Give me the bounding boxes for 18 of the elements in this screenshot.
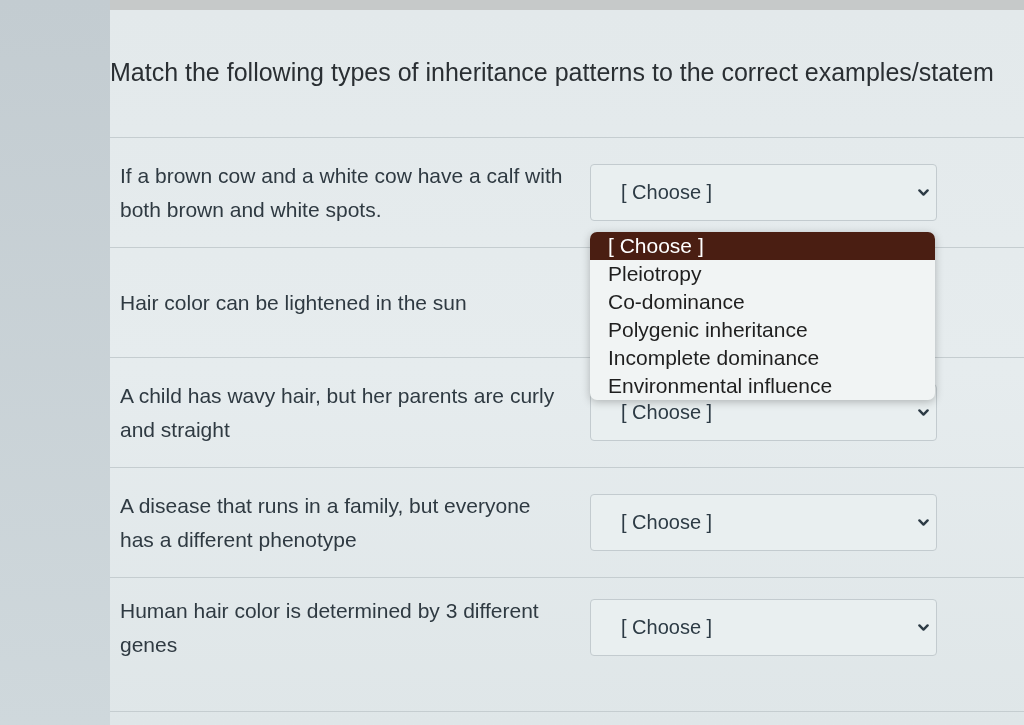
choose-select[interactable]: [ Choose ]	[590, 494, 937, 551]
chevron-down-icon	[918, 519, 929, 526]
statement-text: If a brown cow and a white cow have a calf with both brown and white spots.	[120, 162, 564, 223]
chevron-down-icon	[918, 189, 929, 196]
statement-text: Hair color can be lightened in the sun	[120, 289, 468, 316]
dropdown-option[interactable]: Incomplete dominance	[590, 344, 935, 372]
chevron-down-icon	[918, 624, 929, 631]
dropdown-option[interactable]: Polygenic inheritance	[590, 316, 935, 344]
statement-text: A child has wavy hair, but her parents are curly and straight	[120, 382, 556, 443]
statement-text: A disease that runs in a family, but everyone has a different phenotype	[120, 492, 532, 553]
choose-select[interactable]: [ Choose ]	[590, 599, 937, 656]
dropdown-option[interactable]: [ Choose ]	[590, 232, 935, 260]
choose-select[interactable]: [ Choose ]	[590, 164, 937, 221]
dropdown-option[interactable]: Co-dominance	[590, 288, 935, 316]
chevron-down-icon	[918, 409, 929, 416]
statement-text: Human hair color is determined by 3 different genes	[120, 597, 540, 658]
dropdown-option[interactable]: Pleiotropy	[590, 260, 935, 288]
question-title: Match the following types of inheritance patterns to the correct examples/statem	[110, 57, 994, 88]
